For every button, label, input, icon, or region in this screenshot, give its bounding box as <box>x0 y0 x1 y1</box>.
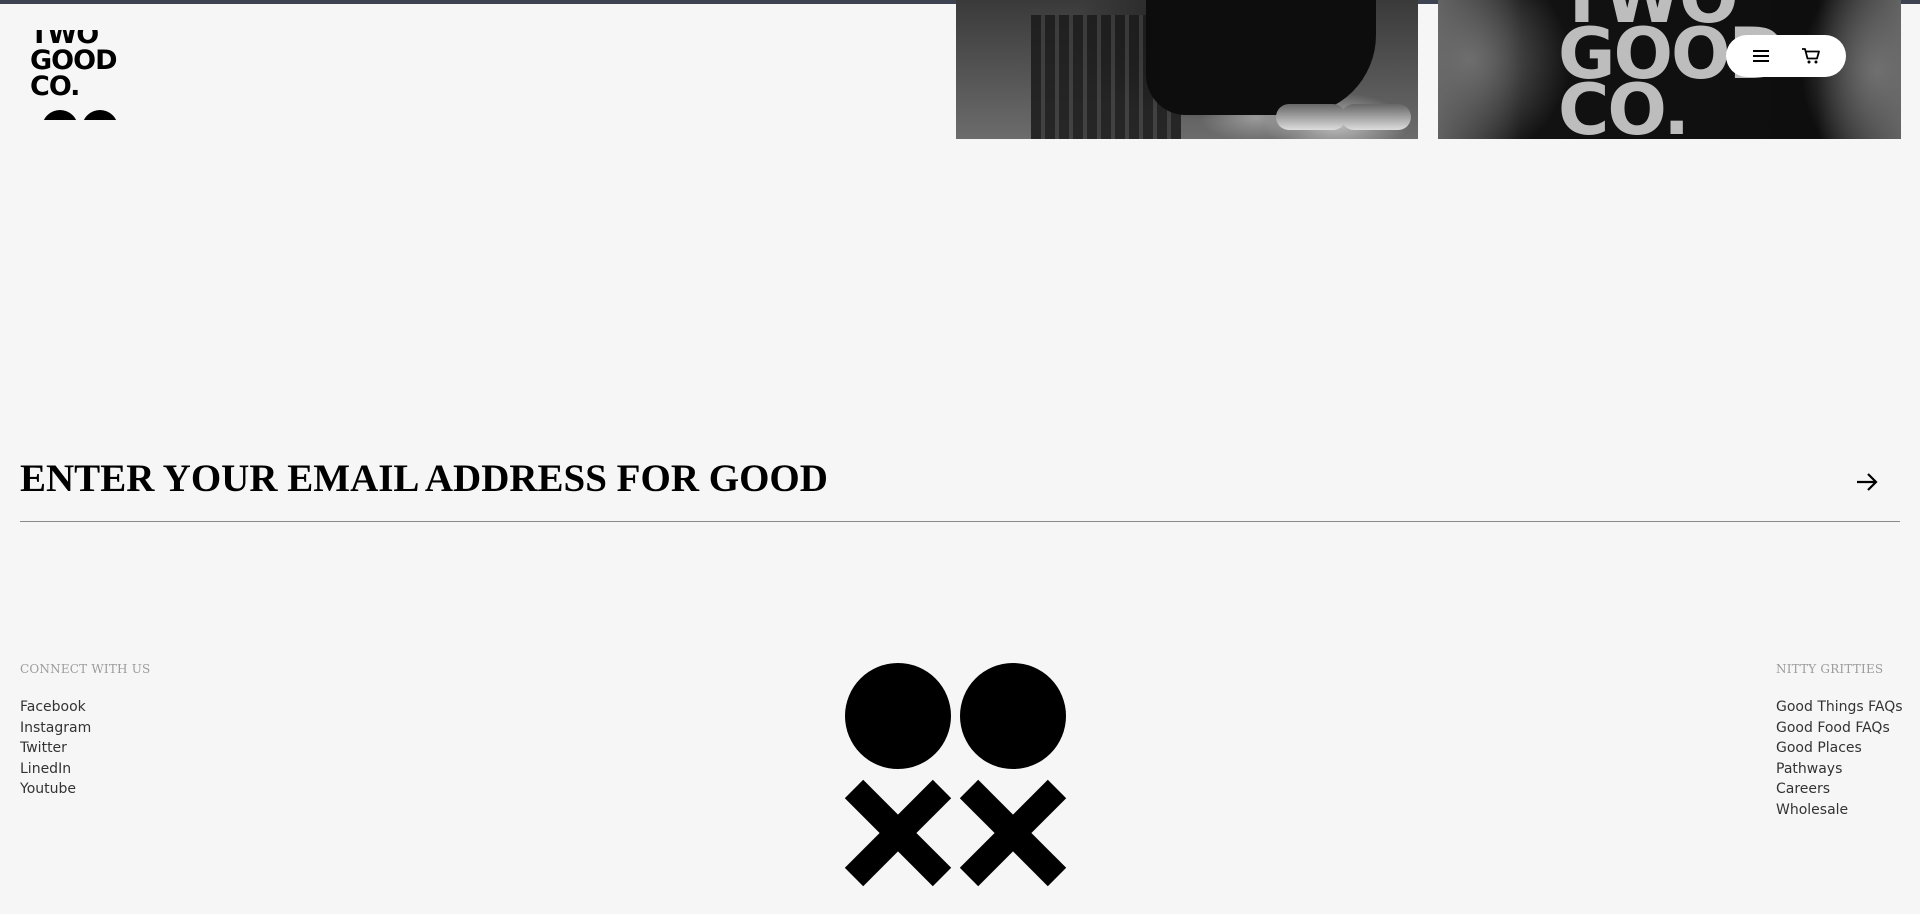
good-places-link[interactable]: Good Places <box>1776 740 1862 756</box>
footer-link-careers: Careers <box>1776 779 1903 800</box>
photo-seated-person <box>956 0 1418 139</box>
footer-link-good-food-faqs: Good Food FAQs <box>1776 718 1903 739</box>
footer-link-facebook: Facebook <box>20 697 91 718</box>
logo-word-co: CO. <box>30 71 80 102</box>
newsletter-submit-button[interactable] <box>1852 468 1882 496</box>
facebook-link[interactable]: Facebook <box>20 699 86 715</box>
logo-dots-icon <box>42 110 122 120</box>
footer-link-instagram: Instagram <box>20 718 91 739</box>
photo-shoe-left <box>1276 104 1346 130</box>
footer-link-linkedin: LinedIn <box>20 759 91 780</box>
footer-link-wholesale: Wholesale <box>1776 800 1903 821</box>
careers-link[interactable]: Careers <box>1776 781 1830 797</box>
cart-button[interactable] <box>1795 40 1827 72</box>
newsletter-underline <box>20 521 1900 522</box>
linkedin-link[interactable]: LinedIn <box>20 761 71 777</box>
footer-link-youtube: Youtube <box>20 779 91 800</box>
hamburger-menu-icon <box>1753 50 1769 62</box>
newsletter-email-input[interactable]: ENTER YOUR EMAIL ADDRESS FOR GOOD <box>20 456 828 501</box>
arrow-right-icon <box>1857 473 1878 491</box>
photo-shoe-right <box>1341 104 1411 130</box>
nitty-gritties-links: Good Things FAQs Good Food FAQs Good Pla… <box>1776 697 1903 821</box>
good-things-faqs-link[interactable]: Good Things FAQs <box>1776 699 1903 715</box>
twitter-link[interactable]: Twitter <box>20 740 67 756</box>
wholesale-link[interactable]: Wholesale <box>1776 802 1848 818</box>
pathways-link[interactable]: Pathways <box>1776 761 1842 777</box>
instagram-link[interactable]: Instagram <box>20 720 91 736</box>
photo-legs <box>1146 0 1376 115</box>
nitty-gritties-heading: NITTY GRITTIES <box>1776 662 1884 676</box>
good-food-faqs-link[interactable]: Good Food FAQs <box>1776 720 1890 736</box>
brand-logo[interactable]: TWO GOOD CO. <box>30 30 130 120</box>
connect-heading: CONNECT WITH US <box>20 662 151 676</box>
footer-link-good-things-faqs: Good Things FAQs <box>1776 697 1903 718</box>
two-good-mark-icon <box>845 663 1067 887</box>
shopping-cart-icon <box>1802 48 1820 64</box>
youtube-link[interactable]: Youtube <box>20 781 76 797</box>
menu-button[interactable] <box>1745 40 1777 72</box>
footer-link-good-places: Good Places <box>1776 738 1903 759</box>
footer-link-pathways: Pathways <box>1776 759 1903 780</box>
footer-link-twitter: Twitter <box>20 738 91 759</box>
connect-links: Facebook Instagram Twitter LinedIn Youtu… <box>20 697 91 800</box>
header-nav-pill <box>1726 35 1846 77</box>
